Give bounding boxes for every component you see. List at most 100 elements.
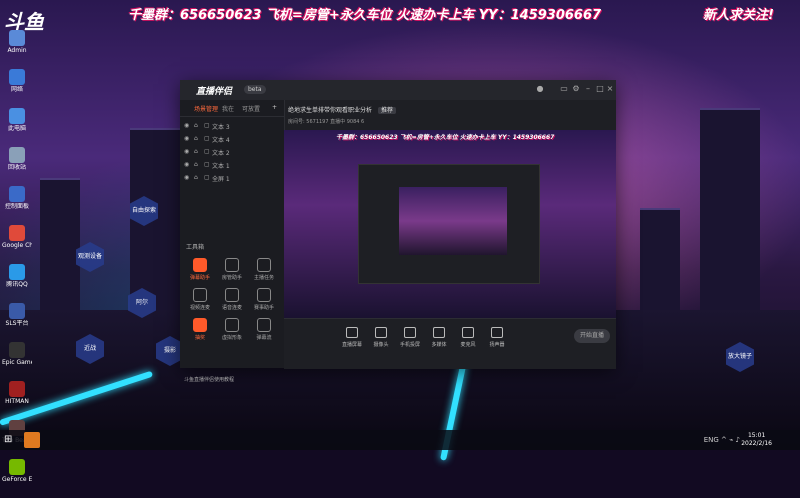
- source-icon: [404, 327, 416, 338]
- desktop-icon-label: 控制面板: [4, 203, 29, 210]
- scene-item[interactable]: ◉ ⌂ ▢ 文本 2: [180, 145, 284, 158]
- taskbar: ⊞ ENG ^ ⌁ ♪ 15:01 2022/2/16: [0, 430, 800, 450]
- tool-button[interactable]: 弹幕助手: [184, 258, 216, 286]
- desktop-icon[interactable]: 回收站: [2, 147, 32, 183]
- desktop-icon-label: Epic Games Launcher: [2, 359, 32, 366]
- source-button[interactable]: 摄像头: [369, 327, 393, 348]
- desktop-icon[interactable]: 网络: [2, 69, 32, 105]
- nested-preview-canvas: [399, 187, 507, 255]
- stream-preview[interactable]: 千墨群：656650623 飞机=房管+永久车位 火速办卡上车 YY：14593…: [284, 130, 616, 318]
- epic-icon: [9, 342, 25, 358]
- visibility-icon[interactable]: ◉: [184, 122, 189, 129]
- avatar-icon[interactable]: ●: [536, 85, 544, 93]
- app-name: 直播伴侣: [196, 87, 233, 97]
- source-label: 扬声器: [489, 342, 505, 348]
- desktop-icon-label: HITMAN: [5, 398, 29, 405]
- tab-placeable[interactable]: 可放置: [242, 104, 260, 113]
- tool-label: 房管助手: [221, 275, 242, 281]
- scene-item[interactable]: ◉ ⌂ ▢ 文本 3: [180, 119, 284, 132]
- tool-label: 视频连麦: [189, 305, 210, 311]
- scene-item[interactable]: ◉ ⌂ ▢ 文本 4: [180, 132, 284, 145]
- source-label: 直播屏幕: [341, 342, 362, 348]
- tool-label: 主播任务: [253, 275, 274, 281]
- desktop-icon[interactable]: Admin: [2, 30, 32, 66]
- tool-button[interactable]: 虚拟形象: [216, 318, 248, 346]
- tool-icon: [225, 258, 239, 272]
- desktop-icon[interactable]: 此电脑: [2, 108, 32, 144]
- lock-icon[interactable]: ⌂: [194, 161, 198, 168]
- source-label: 麦克风: [460, 342, 476, 348]
- desktop-icon[interactable]: SLS平台: [2, 303, 32, 339]
- source-button[interactable]: 麦克风: [456, 327, 480, 348]
- tab-mine[interactable]: 我在: [222, 104, 234, 113]
- system-tray[interactable]: ENG ^ ⌁ ♪: [704, 436, 740, 444]
- source-button[interactable]: 多媒体: [427, 327, 451, 348]
- desktop-icon[interactable]: Google Chrome: [2, 225, 32, 261]
- tool-label: 赛事助手: [253, 305, 274, 311]
- source-label: 摄像头: [373, 342, 389, 348]
- source-label: 手机投屏: [399, 342, 420, 348]
- desktop-icon[interactable]: Epic Games Launcher: [2, 342, 32, 378]
- windows-start-icon[interactable]: ⊞: [4, 434, 16, 446]
- visibility-icon[interactable]: ◉: [184, 135, 189, 142]
- scene-item[interactable]: ◉ ⌂ ▢ 全屏 1: [180, 171, 284, 184]
- visibility-icon[interactable]: ◉: [184, 174, 189, 181]
- desktop-icon[interactable]: GeForce Experience: [2, 459, 32, 495]
- message-icon[interactable]: ▭: [560, 85, 568, 93]
- tool-icon: [193, 318, 207, 332]
- go-live-button[interactable]: 开始直播: [574, 329, 610, 343]
- visibility-icon[interactable]: ◉: [184, 148, 189, 155]
- lock-icon[interactable]: ⌂: [194, 174, 198, 181]
- tool-button[interactable]: 房管助手: [216, 258, 248, 286]
- text-layer-icon: ▢: [204, 122, 210, 129]
- toolbox-title: 工具箱: [186, 244, 205, 251]
- tool-button[interactable]: 抽奖: [184, 318, 216, 346]
- scene-item[interactable]: ◉ ⌂ ▢ 文本 1: [180, 158, 284, 171]
- lock-icon[interactable]: ⌂: [194, 135, 198, 142]
- desktop-icon-label: 此电脑: [7, 125, 26, 132]
- lock-icon[interactable]: ⌂: [194, 148, 198, 155]
- source-button[interactable]: 直播屏幕: [340, 327, 364, 348]
- text-layer-icon: ▢: [204, 174, 210, 181]
- control-panel-icon: [9, 186, 25, 202]
- scene-label: 文本 1: [212, 163, 230, 170]
- tool-button[interactable]: 弹幕流: [248, 318, 280, 346]
- nested-preview-window: [358, 164, 540, 284]
- settings-icon[interactable]: ⚙: [572, 85, 580, 93]
- desktop-icon-label: Admin: [7, 47, 27, 54]
- minimize-icon[interactable]: –: [584, 85, 592, 93]
- maximize-icon[interactable]: □: [596, 85, 604, 93]
- desktop-icon[interactable]: 控制面板: [2, 186, 32, 222]
- add-scene-button[interactable]: +: [272, 104, 277, 111]
- room-title-text: 绝地求生单排带你观看职业分析: [288, 107, 373, 114]
- visibility-icon[interactable]: ◉: [184, 161, 189, 168]
- scene-label: 文本 4: [212, 137, 230, 144]
- tool-button[interactable]: 主播任务: [248, 258, 280, 286]
- title-bar: 直播伴侣 beta ● ▭ ⚙ – □ ×: [180, 80, 616, 100]
- scene-label: 文本 3: [212, 124, 230, 131]
- scene-tabs: 场景管理 我在 可放置 +: [180, 100, 284, 117]
- text-layer-icon: ▢: [204, 148, 210, 155]
- room-title[interactable]: 绝地求生单排带你观看职业分析 推荐: [288, 105, 396, 114]
- tutorial-link[interactable]: 斗鱼直播伴侣使用教程: [184, 376, 234, 383]
- source-button[interactable]: 扬声器: [485, 327, 509, 348]
- clock[interactable]: 15:01 2022/2/16: [741, 432, 772, 448]
- lock-icon[interactable]: ⌂: [194, 122, 198, 129]
- close-icon[interactable]: ×: [606, 85, 614, 93]
- chrome-icon: [9, 225, 25, 241]
- desktop-icon[interactable]: 腾讯QQ: [2, 264, 32, 300]
- tool-button[interactable]: 语音连麦: [216, 288, 248, 316]
- tool-icon: [257, 288, 271, 302]
- desktop-icon[interactable]: HITMAN: [2, 381, 32, 417]
- geforce-icon: [9, 459, 25, 475]
- taskbar-app-icon[interactable]: [24, 432, 40, 448]
- source-toolbar: 开始直播 直播屏幕 摄像头 手机投屏 多媒体 麦克风 扬声器: [284, 318, 616, 369]
- network-icon: [9, 69, 25, 85]
- tool-button[interactable]: 赛事助手: [248, 288, 280, 316]
- tab-scene-manage[interactable]: 场景管理: [194, 104, 218, 113]
- tool-button[interactable]: 视频连麦: [184, 288, 216, 316]
- tool-icon: [257, 258, 271, 272]
- desktop-icon-label: 回收站: [7, 164, 26, 171]
- scene-label: 文本 2: [212, 150, 230, 157]
- source-button[interactable]: 手机投屏: [398, 327, 422, 348]
